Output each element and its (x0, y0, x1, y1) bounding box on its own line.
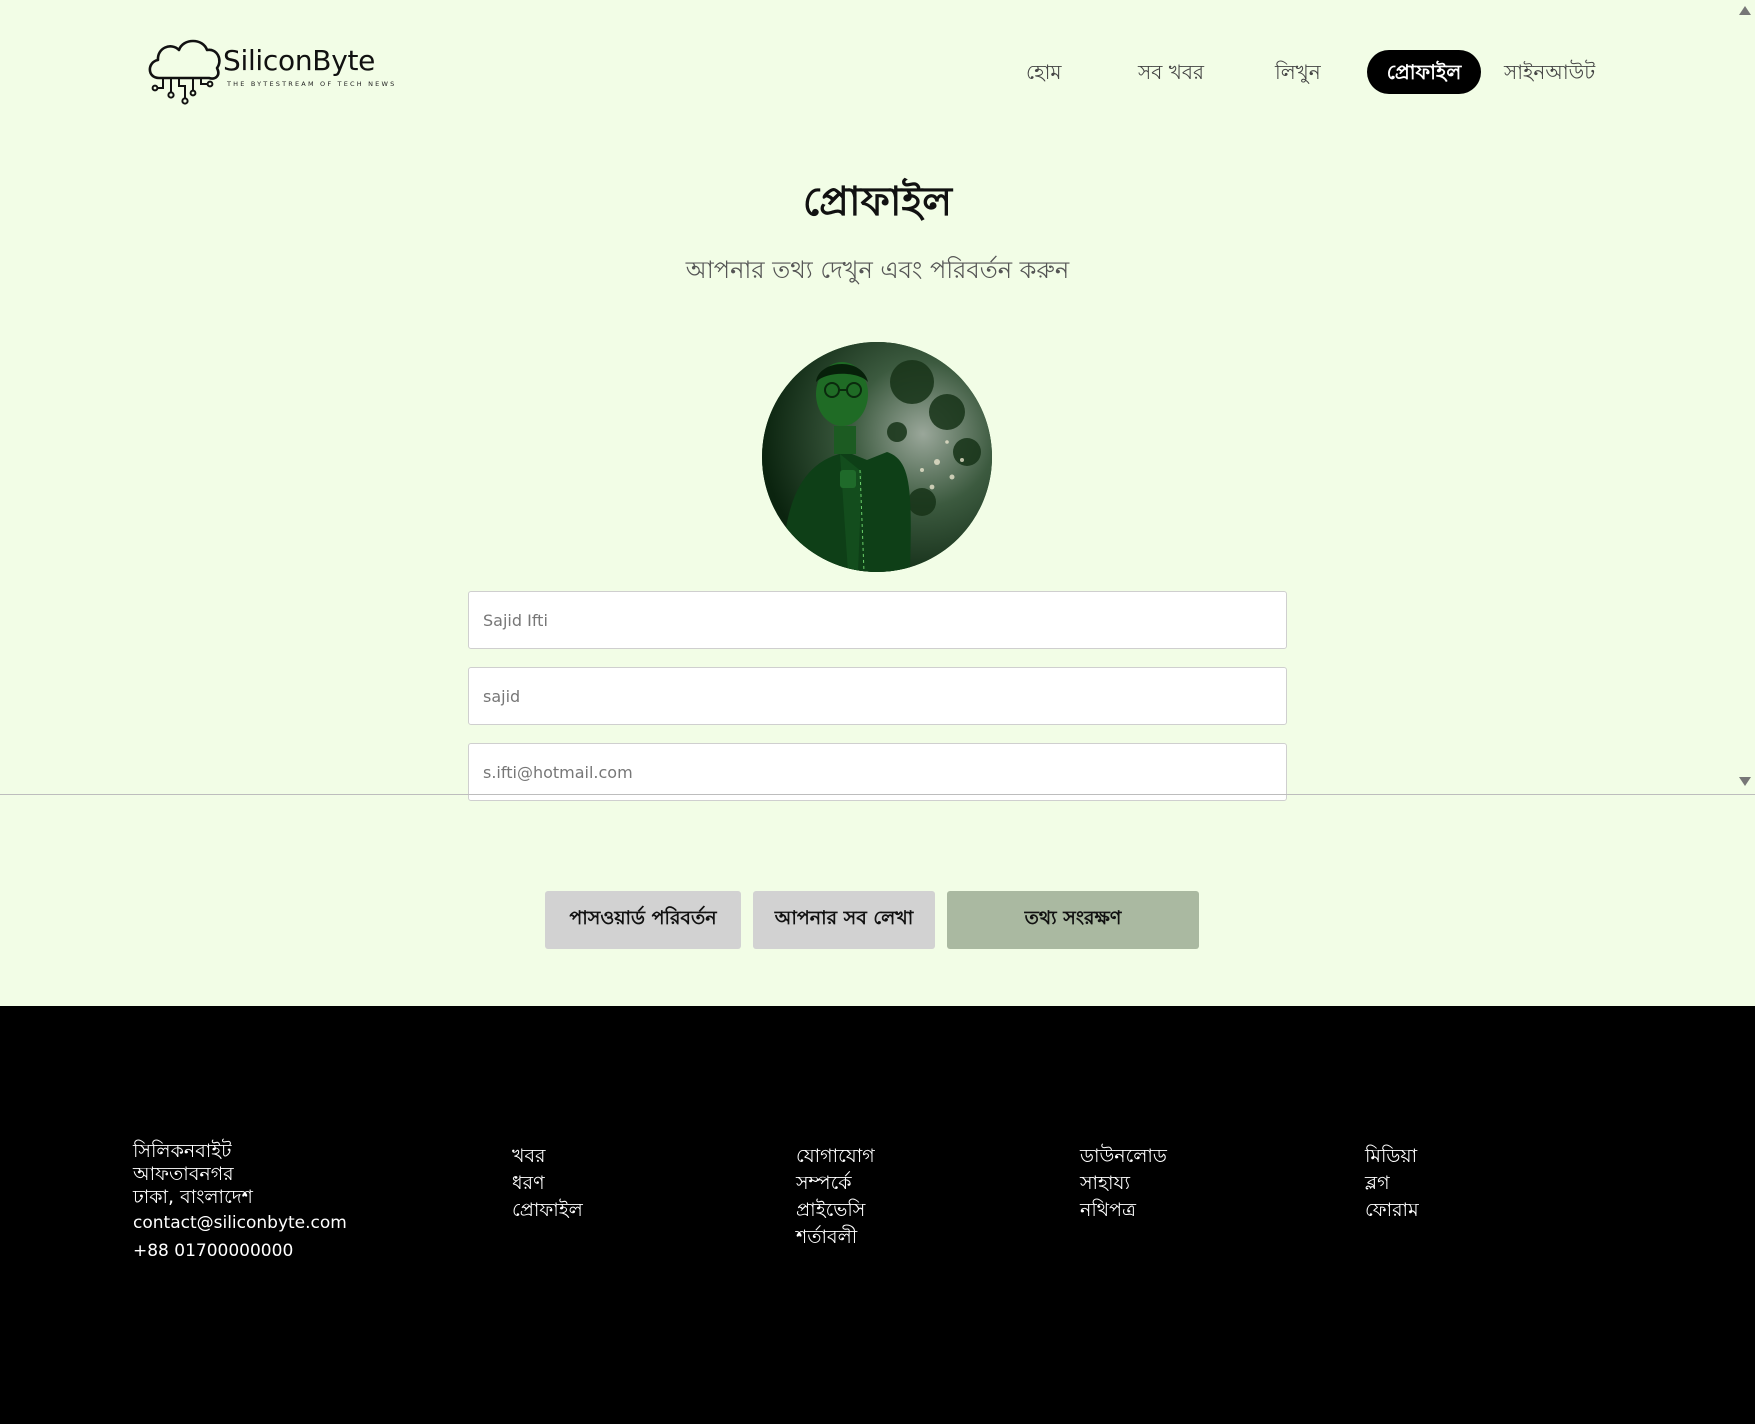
footer-address-line1: আফতাবনগর (133, 1163, 234, 1185)
footer-link-categories[interactable]: ধরণ (512, 1170, 583, 1197)
fullname-field[interactable] (468, 591, 1287, 649)
main-content: SiliconByte THE BYTESTREAM OF TECH NEWS … (0, 0, 1755, 1006)
footer-address: সিলিকনবাইট আফতাবনগর ঢাকা, বাংলাদেশ conta… (133, 1140, 347, 1265)
avatar[interactable] (762, 342, 992, 572)
footer-col-1: খবর ধরণ প্রোফাইল (512, 1143, 583, 1224)
footer-link-download[interactable]: ডাউনলোড (1080, 1143, 1167, 1170)
footer-address-line2: ঢাকা, বাংলাদেশ (133, 1186, 253, 1208)
profile-photo-icon (762, 342, 992, 572)
footer-link-forum[interactable]: ফোরাম (1365, 1197, 1419, 1224)
footer-link-blog[interactable]: ব্লগ (1365, 1170, 1419, 1197)
site-footer: সিলিকনবাইট আফতাবনগর ঢাকা, বাংলাদেশ conta… (0, 1006, 1755, 1424)
footer-link-docs[interactable]: নথিপত্র (1080, 1197, 1167, 1224)
footer-link-terms[interactable]: শর্তাবলী (796, 1224, 875, 1251)
footer-company-name: সিলিকনবাইট (133, 1140, 232, 1162)
my-posts-button[interactable]: আপনার সব লেখা (753, 891, 935, 949)
footer-link-help[interactable]: সাহায্য (1080, 1170, 1167, 1197)
footer-link-media[interactable]: মিডিয়া (1365, 1143, 1419, 1170)
footer-link-contact[interactable]: যোগাযোগ (796, 1143, 875, 1170)
footer-col-2: যোগাযোগ সম্পর্কে প্রাইভেসি শর্তাবলী (796, 1143, 875, 1251)
nav-profile[interactable]: প্রোফাইল (1367, 50, 1481, 94)
nav-write[interactable]: লিখুন (1275, 50, 1321, 94)
main-nav: হোম সব খবর লিখুন প্রোফাইল সাইনআউট (0, 50, 1755, 94)
footer-phone: +88 01700000000 (133, 1241, 294, 1261)
scroll-up-icon[interactable] (1739, 6, 1751, 15)
nav-all-news[interactable]: সব খবর (1138, 50, 1204, 94)
footer-col-3: ডাউনলোড সাহায্য নথিপত্র (1080, 1143, 1167, 1224)
footer-link-profile[interactable]: প্রোফাইল (512, 1197, 583, 1224)
email-field[interactable] (468, 743, 1287, 801)
scroll-down-icon[interactable] (1739, 777, 1751, 786)
change-password-button[interactable]: পাসওয়ার্ড পরিবর্তন (545, 891, 741, 949)
username-field[interactable] (468, 667, 1287, 725)
footer-link-about[interactable]: সম্পর্কে (796, 1170, 875, 1197)
footer-email-link[interactable]: contact@siliconbyte.com (133, 1209, 347, 1237)
page-title: প্রোফাইল (802, 179, 953, 225)
page-subtitle: আপনার তথ্য দেখুন এবং পরিবর্তন করুন (685, 256, 1070, 284)
save-info-button[interactable]: তথ্য সংরক্ষণ (947, 891, 1199, 949)
footer-col-4: মিডিয়া ব্লগ ফোরাম (1365, 1143, 1419, 1224)
scroll-divider (0, 794, 1755, 795)
footer-link-news[interactable]: খবর (512, 1143, 583, 1170)
footer-link-privacy[interactable]: প্রাইভেসি (796, 1197, 875, 1224)
nav-signout[interactable]: সাইনআউট (1504, 50, 1595, 94)
nav-home[interactable]: হোম (1026, 50, 1062, 94)
